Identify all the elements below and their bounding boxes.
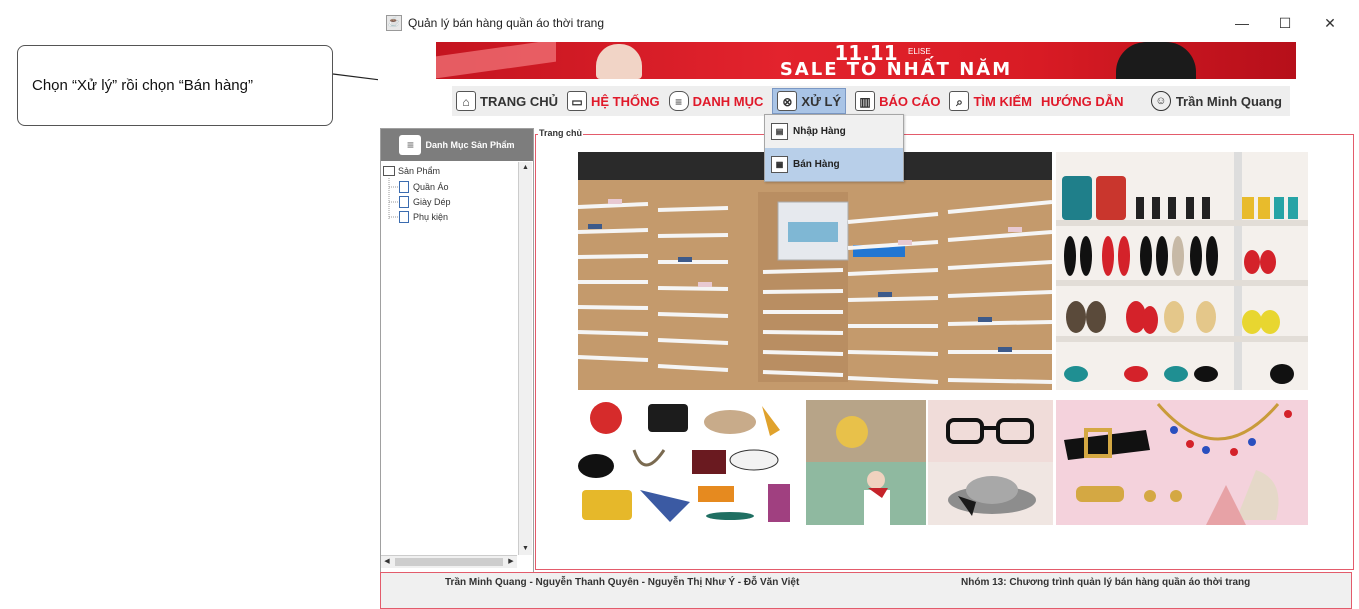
menu-bao-cao[interactable]: ▥ BÁO CÁO	[855, 91, 940, 111]
import-icon: ▤	[771, 123, 788, 140]
main-menu-bar: ⌂ TRANG CHỦ ▭ HỆ THỐNG ≡ DANH MỤC ⊗ XỬ L…	[452, 86, 1290, 116]
scroll-up-arrow[interactable]: ▲	[519, 162, 532, 174]
menu-item-ban-hang[interactable]: ▦ Bán Hàng	[765, 148, 903, 181]
sell-icon: ▦	[771, 156, 788, 173]
scroll-thumb[interactable]	[395, 558, 503, 566]
home-icon: ⌂	[456, 91, 476, 111]
accessories-collage-image	[574, 400, 796, 525]
shoe-shelf-image	[1056, 152, 1308, 390]
category-panel-title: Danh Mục Sản Phẩm	[425, 140, 515, 150]
menu-item-label: Nhập Hàng	[793, 126, 846, 137]
menu-tim-kiem[interactable]: ⌕ TÌM KIẾM	[949, 91, 1032, 111]
title-bar: ☕ Quản lý bán hàng quần áo thời trang — …	[378, 8, 1352, 38]
menu-item-label: Bán Hàng	[793, 159, 840, 170]
status-footer: Trần Minh Quang - Nguyễn Thanh Quyên - N…	[380, 572, 1352, 609]
tree-label: Phụ kiện	[413, 212, 449, 222]
belt-necklace-image	[1056, 400, 1308, 525]
horizontal-scrollbar[interactable]: ◀ ▶	[381, 555, 517, 568]
scroll-down-arrow[interactable]: ▼	[519, 543, 532, 555]
menu-label: BÁO CÁO	[879, 93, 941, 109]
home-panel: Trang chủ	[535, 128, 1354, 570]
list-icon: ≡	[668, 91, 689, 111]
banner-line2: SALE TO NHẤT NĂM	[779, 59, 1013, 80]
banner-ribbon	[436, 42, 556, 79]
banner-model-left	[596, 44, 642, 79]
menu-label: TRANG CHỦ	[480, 93, 558, 109]
window-title: Quản lý bán hàng quần áo thời trang	[408, 16, 605, 30]
menu-label: HỆ THỐNG	[591, 93, 660, 109]
menu-trang-chu[interactable]: ⌂ TRANG CHỦ	[456, 91, 558, 111]
home-panel-label: Trang chủ	[538, 128, 584, 138]
tree-label: Giày Dép	[413, 197, 451, 207]
category-panel: ≡ Danh Mục Sản Phẩm Sản Phẩm Quần Áo Già…	[380, 128, 534, 574]
gear-icon: ⊗	[777, 91, 798, 111]
chart-icon: ▥	[855, 91, 876, 111]
menu-he-thong[interactable]: ▭ HỆ THỐNG	[567, 91, 660, 111]
scroll-left-arrow[interactable]: ◀	[381, 556, 393, 568]
search-icon: ⌕	[949, 91, 970, 111]
menu-label: XỬ LÝ	[801, 93, 842, 109]
scroll-right-arrow[interactable]: ▶	[505, 556, 517, 568]
maximize-button[interactable]: ☐	[1271, 12, 1299, 34]
tree-label: Quần Áo	[413, 182, 449, 192]
category-panel-header: ≡ Danh Mục Sản Phẩm	[381, 129, 533, 161]
menu-label: DANH MỤC	[692, 93, 764, 109]
app-window: ☕ Quản lý bán hàng quần áo thời trang — …	[378, 8, 1354, 609]
banner-model-right	[1116, 42, 1196, 79]
menu-label: HƯỚNG DẪN	[1040, 93, 1124, 109]
catalog-icon: ≡	[399, 135, 422, 155]
promo-banner: 11.11 ELISE SALE TO NHẤT NĂM	[436, 42, 1296, 79]
menu-xu-ly[interactable]: ⊗ XỬ LÝ	[772, 88, 847, 114]
menu-danh-muc[interactable]: ≡ DANH MỤC	[668, 91, 764, 111]
product-tree: Sản Phẩm Quần Áo Giày Dép Phụ kiện	[381, 162, 517, 552]
footer-project: Nhóm 13: Chương trình quản lý bán hàng q…	[961, 577, 1251, 588]
user-icon: ☺	[1150, 91, 1171, 111]
glasses-hat-image	[928, 400, 1053, 525]
footer-authors: Trần Minh Quang - Nguyễn Thanh Quyên - N…	[445, 577, 800, 588]
minimize-button[interactable]: —	[1228, 12, 1256, 34]
tree-lines	[388, 178, 398, 220]
banner-brand: ELISE	[908, 47, 931, 56]
user-name: Trần Minh Quang	[1175, 93, 1282, 109]
monitor-icon: ▭	[567, 91, 587, 111]
menu-huong-dan[interactable]: HƯỚNG DẪN	[1041, 94, 1124, 109]
vertical-scrollbar[interactable]: ▲ ▼	[518, 162, 532, 555]
menu-item-nhap-hang[interactable]: ▤ Nhập Hàng	[765, 115, 903, 148]
store-shelves-image	[578, 152, 1052, 390]
xu-ly-dropdown-menu: ▤ Nhập Hàng ▦ Bán Hàng	[764, 114, 904, 182]
user-menu[interactable]: ☺ Trần Minh Quang	[1150, 91, 1282, 111]
close-button[interactable]: ✕	[1316, 12, 1344, 34]
jewelry-model-image	[806, 400, 926, 525]
menu-label: TÌM KIẾM	[973, 93, 1032, 109]
app-icon: ☕	[386, 15, 402, 31]
